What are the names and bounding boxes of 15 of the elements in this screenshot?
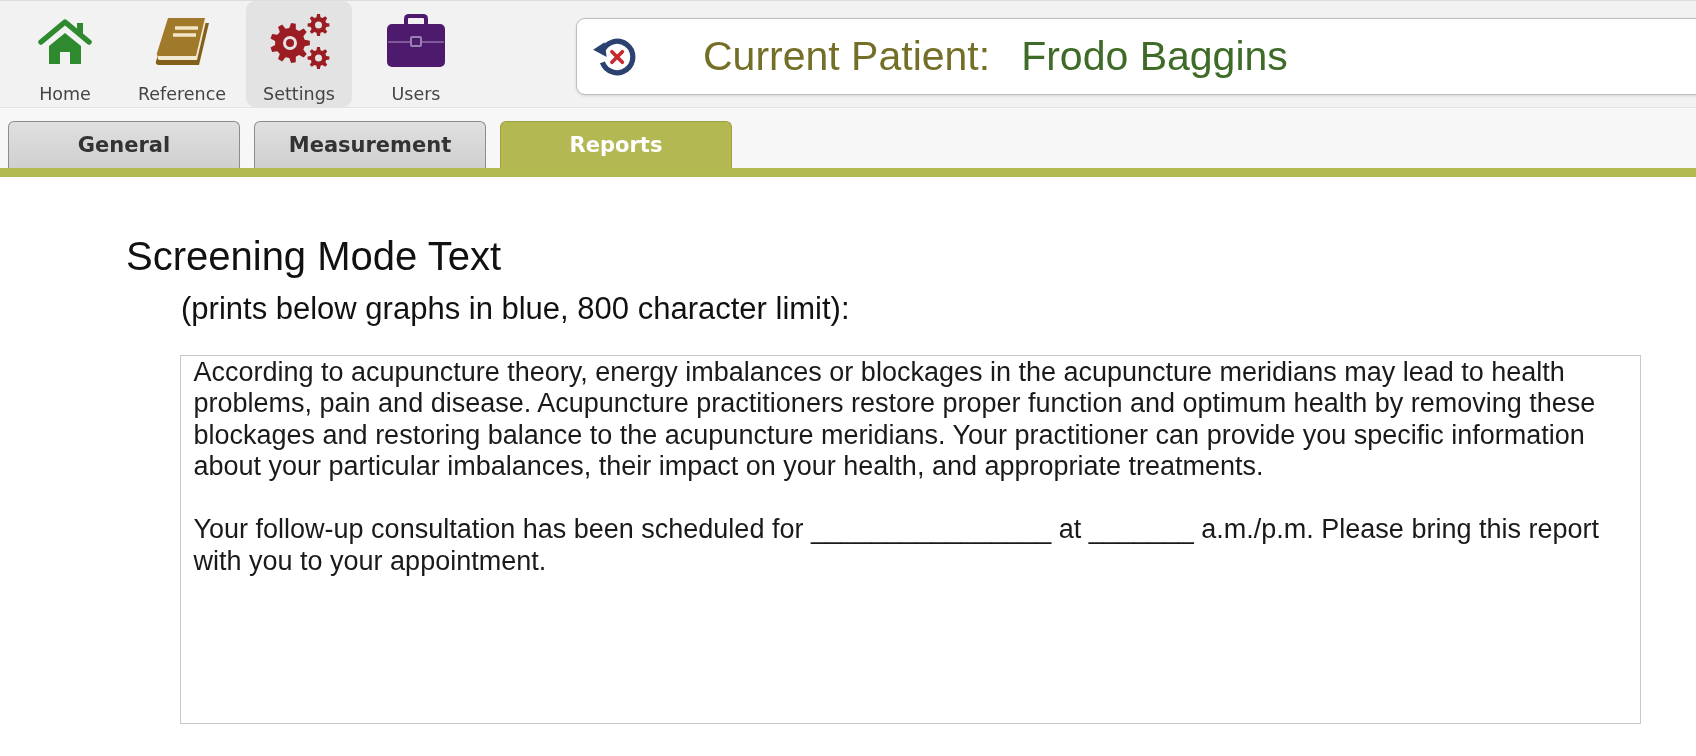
- book-icon: [154, 16, 210, 66]
- patient-name: Frodo Baggins: [1021, 33, 1288, 80]
- reference-button[interactable]: Reference: [129, 1, 235, 107]
- section-heading: Screening Mode Text: [126, 233, 502, 280]
- character-limit-note: (prints below graphs in blue, 800 character limit):: [181, 289, 850, 327]
- tab[interactable]: General: [8, 121, 240, 168]
- tab[interactable]: Measurement: [254, 121, 486, 168]
- home-button[interactable]: Home: [12, 1, 118, 107]
- house-icon: [37, 18, 93, 64]
- users-button[interactable]: Users: [363, 1, 469, 107]
- settings-button[interactable]: Settings: [246, 1, 352, 107]
- patient-label: Current Patient:: [703, 33, 991, 80]
- screening-text-field[interactable]: According to acupuncture theory, energy imbalances or blockages in the acupuncture meridians may lead to health problems, pain and disease. Acupuncture practitioners restore proper function and optimum health by removing these blockages and restoring balance to the acupuncture meridians. Your practitioner can provide you specific information about your particular imbalances, their impact on your health, and appropriate treatments. Your follow-up consultation has been scheduled for ________________ at _______ a.m./p.m. Please bring this report with you to your appointment.: [179, 354, 1641, 724]
- circular-arrow-icon[interactable]: [591, 36, 637, 77]
- briefcase-icon: [386, 14, 446, 68]
